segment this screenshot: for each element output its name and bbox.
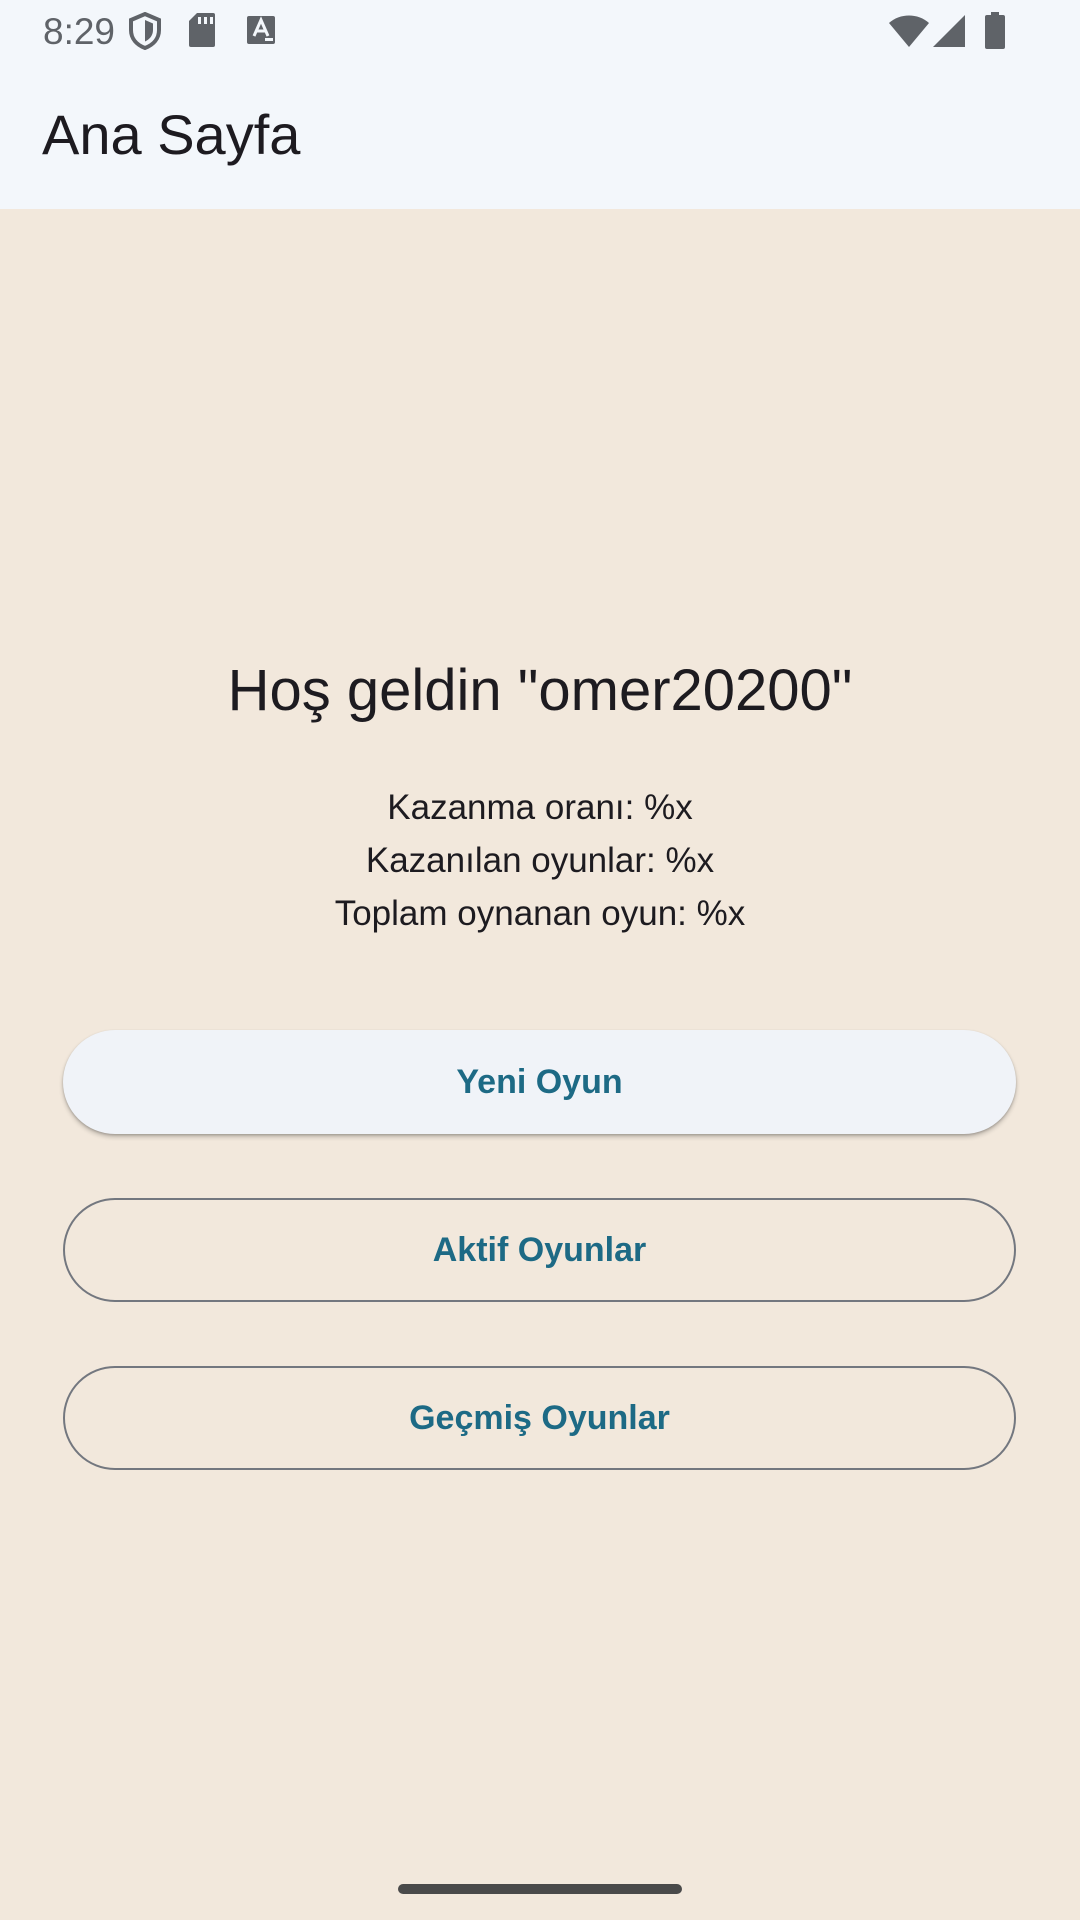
wifi-icon bbox=[889, 15, 929, 47]
main-content: Hoş geldin "omer20200" Kazanma oranı: %x… bbox=[0, 209, 1080, 1920]
text-a-icon bbox=[247, 16, 275, 44]
sd-card-icon bbox=[189, 13, 215, 47]
total-games-text: Toplam oynanan oyun: %x bbox=[334, 894, 746, 933]
win-rate-text: Kazanma oranı: %x bbox=[387, 788, 693, 827]
active-games-button[interactable]: Aktif Oyunlar bbox=[63, 1198, 1016, 1302]
shield-icon bbox=[129, 12, 161, 50]
stats-block: Kazanma oranı: %x Kazanılan oyunlar: %x … bbox=[0, 781, 1080, 940]
welcome-heading: Hoş geldin "omer20200" bbox=[227, 658, 853, 723]
status-time: 8:29 bbox=[43, 11, 116, 52]
games-won-text: Kazanılan oyunlar: %x bbox=[365, 841, 715, 880]
past-games-button[interactable]: Geçmiş Oyunlar bbox=[63, 1366, 1016, 1470]
battery-icon bbox=[985, 12, 1005, 49]
home-indicator[interactable] bbox=[398, 1884, 682, 1894]
cell-signal-icon bbox=[933, 15, 965, 47]
page-title: Ana Sayfa bbox=[42, 103, 301, 166]
new-game-button[interactable]: Yeni Oyun bbox=[63, 1030, 1016, 1134]
app-bar: Ana Sayfa bbox=[0, 64, 1080, 209]
status-bar: 8:29 bbox=[0, 0, 1080, 64]
